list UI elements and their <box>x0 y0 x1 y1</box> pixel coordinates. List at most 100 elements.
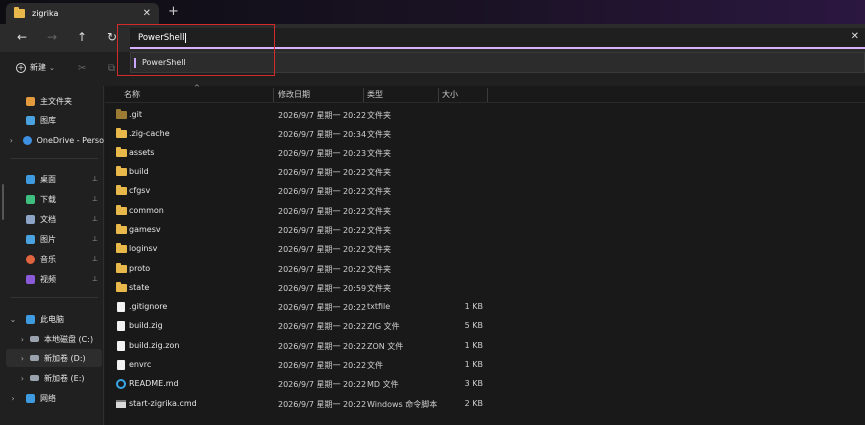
column-divider[interactable] <box>363 88 364 102</box>
drive-icon <box>30 355 39 361</box>
picture-icon <box>26 234 35 244</box>
sidebar-item-videos[interactable]: 视频 ⊥ <box>0 270 104 288</box>
sidebar-item-gallery[interactable]: 图库 <box>0 111 104 129</box>
sidebar-item-home[interactable]: 主文件夹 <box>0 92 104 110</box>
column-divider[interactable] <box>273 88 274 102</box>
column-header-size[interactable]: 大小 <box>442 89 458 100</box>
chevron-right-icon[interactable]: › <box>6 354 30 363</box>
chevron-down-icon: ⌄ <box>49 63 55 72</box>
sidebar-item-onedrive[interactable]: › OneDrive - Perso <box>0 131 104 149</box>
sidebar-item-downloads[interactable]: 下载 ⊥ <box>0 190 104 208</box>
table-row[interactable]: envrc 2026/9/7 星期一 20:22 文件 1 KB <box>105 356 865 375</box>
chevron-right-icon[interactable]: › <box>0 335 30 344</box>
folder-icon <box>116 128 127 138</box>
pin-icon: ⊥ <box>91 235 98 243</box>
table-row[interactable]: .git 2026/9/7 星期一 20:22 文件夹 <box>105 106 865 125</box>
column-divider[interactable] <box>438 88 439 102</box>
sidebar-item-desktop[interactable]: 桌面 ⊥ <box>0 170 104 188</box>
table-row[interactable]: .zig-cache 2026/9/7 星期一 20:34 文件夹 <box>105 125 865 144</box>
folder-icon <box>116 243 127 253</box>
address-input[interactable]: PowerShell ✕ <box>130 28 865 49</box>
back-icon[interactable]: ← <box>14 30 30 44</box>
title-bar: zigrika ✕ + <box>0 0 865 24</box>
folder-icon <box>14 7 25 18</box>
plus-icon: + <box>16 62 26 73</box>
folder-icon <box>116 166 127 176</box>
file-list: ^ 名称 修改日期 类型 大小 .git 2026/9/7 星期一 20:22 … <box>105 84 865 425</box>
sidebar-item-pictures[interactable]: 图片 ⊥ <box>0 230 104 248</box>
chevron-right-icon[interactable]: › <box>0 374 30 383</box>
sidebar-divider <box>10 297 98 298</box>
table-row[interactable]: assets 2026/9/7 星期一 20:23 文件夹 <box>105 144 865 163</box>
sidebar-item-music[interactable]: 音乐 ⊥ <box>0 250 104 268</box>
markdown-icon <box>116 379 126 389</box>
computer-icon <box>26 314 35 324</box>
network-icon <box>26 393 35 403</box>
column-divider[interactable] <box>487 88 488 102</box>
sidebar-item-network[interactable]: › 网络 <box>0 389 104 407</box>
tab-zigrika[interactable]: zigrika ✕ <box>6 3 159 24</box>
new-tab-button[interactable]: + <box>168 4 179 19</box>
table-row[interactable]: .gitignore 2026/9/7 星期一 20:22 txtfile 1 … <box>105 298 865 317</box>
table-row[interactable]: build.zig.zon 2026/9/7 星期一 20:22 ZON 文件 … <box>105 337 865 356</box>
desktop-icon <box>26 174 35 184</box>
table-row[interactable]: cfgsv 2026/9/7 星期一 20:22 文件夹 <box>105 182 865 201</box>
folder-icon <box>116 282 127 292</box>
gallery-icon <box>26 115 35 125</box>
pin-icon: ⊥ <box>91 275 98 283</box>
file-icon <box>117 302 125 312</box>
folder-icon <box>116 224 127 234</box>
tab-title: zigrika <box>32 9 59 18</box>
sidebar-item-drive-d[interactable]: › 新加卷 (D:) <box>6 349 102 367</box>
column-header-row: ^ 名称 修改日期 类型 大小 <box>105 84 865 103</box>
column-header-date[interactable]: 修改日期 <box>278 89 310 100</box>
sidebar-item-drive-e[interactable]: › 新加卷 (E:) <box>0 369 104 387</box>
table-row[interactable]: start-zigrika.cmd 2026/9/7 星期一 20:22 Win… <box>105 395 865 414</box>
cut-icon[interactable]: ✂ <box>78 63 86 74</box>
sidebar-divider <box>10 158 98 159</box>
up-icon[interactable]: ↑ <box>74 30 90 44</box>
folder-icon <box>116 109 127 119</box>
home-icon <box>26 96 35 106</box>
tab-close-icon[interactable]: ✕ <box>143 8 151 19</box>
file-icon <box>117 321 125 331</box>
table-row[interactable]: build.zig 2026/9/7 星期一 20:22 ZIG 文件 5 KB <box>105 317 865 336</box>
file-icon <box>117 341 125 351</box>
chevron-right-icon[interactable]: › <box>0 394 26 403</box>
column-header-name[interactable]: 名称 <box>124 89 140 100</box>
navigation-pane: 主文件夹 图库 › OneDrive - Perso 桌面 ⊥ 下载 ⊥ 文档 … <box>0 86 104 425</box>
table-row[interactable]: README.md 2026/9/7 星期一 20:22 MD 文件 3 KB <box>105 375 865 394</box>
address-suggestion[interactable]: PowerShell <box>130 52 865 73</box>
column-header-type[interactable]: 类型 <box>367 89 383 100</box>
folder-icon <box>116 185 127 195</box>
suggestion-label: PowerShell <box>142 58 186 67</box>
sidebar-item-documents[interactable]: 文档 ⊥ <box>0 210 104 228</box>
sidebar-item-drive-c[interactable]: › 本地磁盘 (C:) <box>0 330 104 348</box>
folder-icon <box>116 147 127 157</box>
forward-icon[interactable]: → <box>44 30 60 44</box>
chevron-down-icon[interactable]: ⌄ <box>0 315 26 324</box>
folder-icon <box>116 205 127 215</box>
new-button[interactable]: + 新建 ⌄ <box>16 62 55 73</box>
sort-ascending-icon: ^ <box>194 84 200 92</box>
chevron-right-icon[interactable]: › <box>0 136 23 145</box>
download-icon <box>26 194 35 204</box>
text-caret <box>185 32 187 43</box>
video-icon <box>26 274 35 284</box>
selection-indicator <box>134 57 136 68</box>
table-row[interactable]: gamesv 2026/9/7 星期一 20:22 文件夹 <box>105 221 865 240</box>
clear-address-icon[interactable]: ✕ <box>851 31 859 42</box>
copy-icon[interactable]: ⧉ <box>108 63 115 74</box>
refresh-icon[interactable]: ↻ <box>104 30 120 44</box>
cloud-icon <box>22 135 32 145</box>
file-icon <box>117 360 125 370</box>
sidebar-item-this-pc[interactable]: ⌄ 此电脑 <box>0 310 104 328</box>
table-row[interactable]: loginsv 2026/9/7 星期一 20:22 文件夹 <box>105 240 865 259</box>
folder-icon <box>116 263 127 273</box>
table-row[interactable]: proto 2026/9/7 星期一 20:22 文件夹 <box>105 260 865 279</box>
pin-icon: ⊥ <box>91 255 98 263</box>
table-row[interactable]: common 2026/9/7 星期一 20:22 文件夹 <box>105 202 865 221</box>
new-button-label: 新建 <box>30 63 46 72</box>
table-row[interactable]: state 2026/9/7 星期一 20:59 文件夹 <box>105 279 865 298</box>
table-row[interactable]: build 2026/9/7 星期一 20:22 文件夹 <box>105 163 865 182</box>
